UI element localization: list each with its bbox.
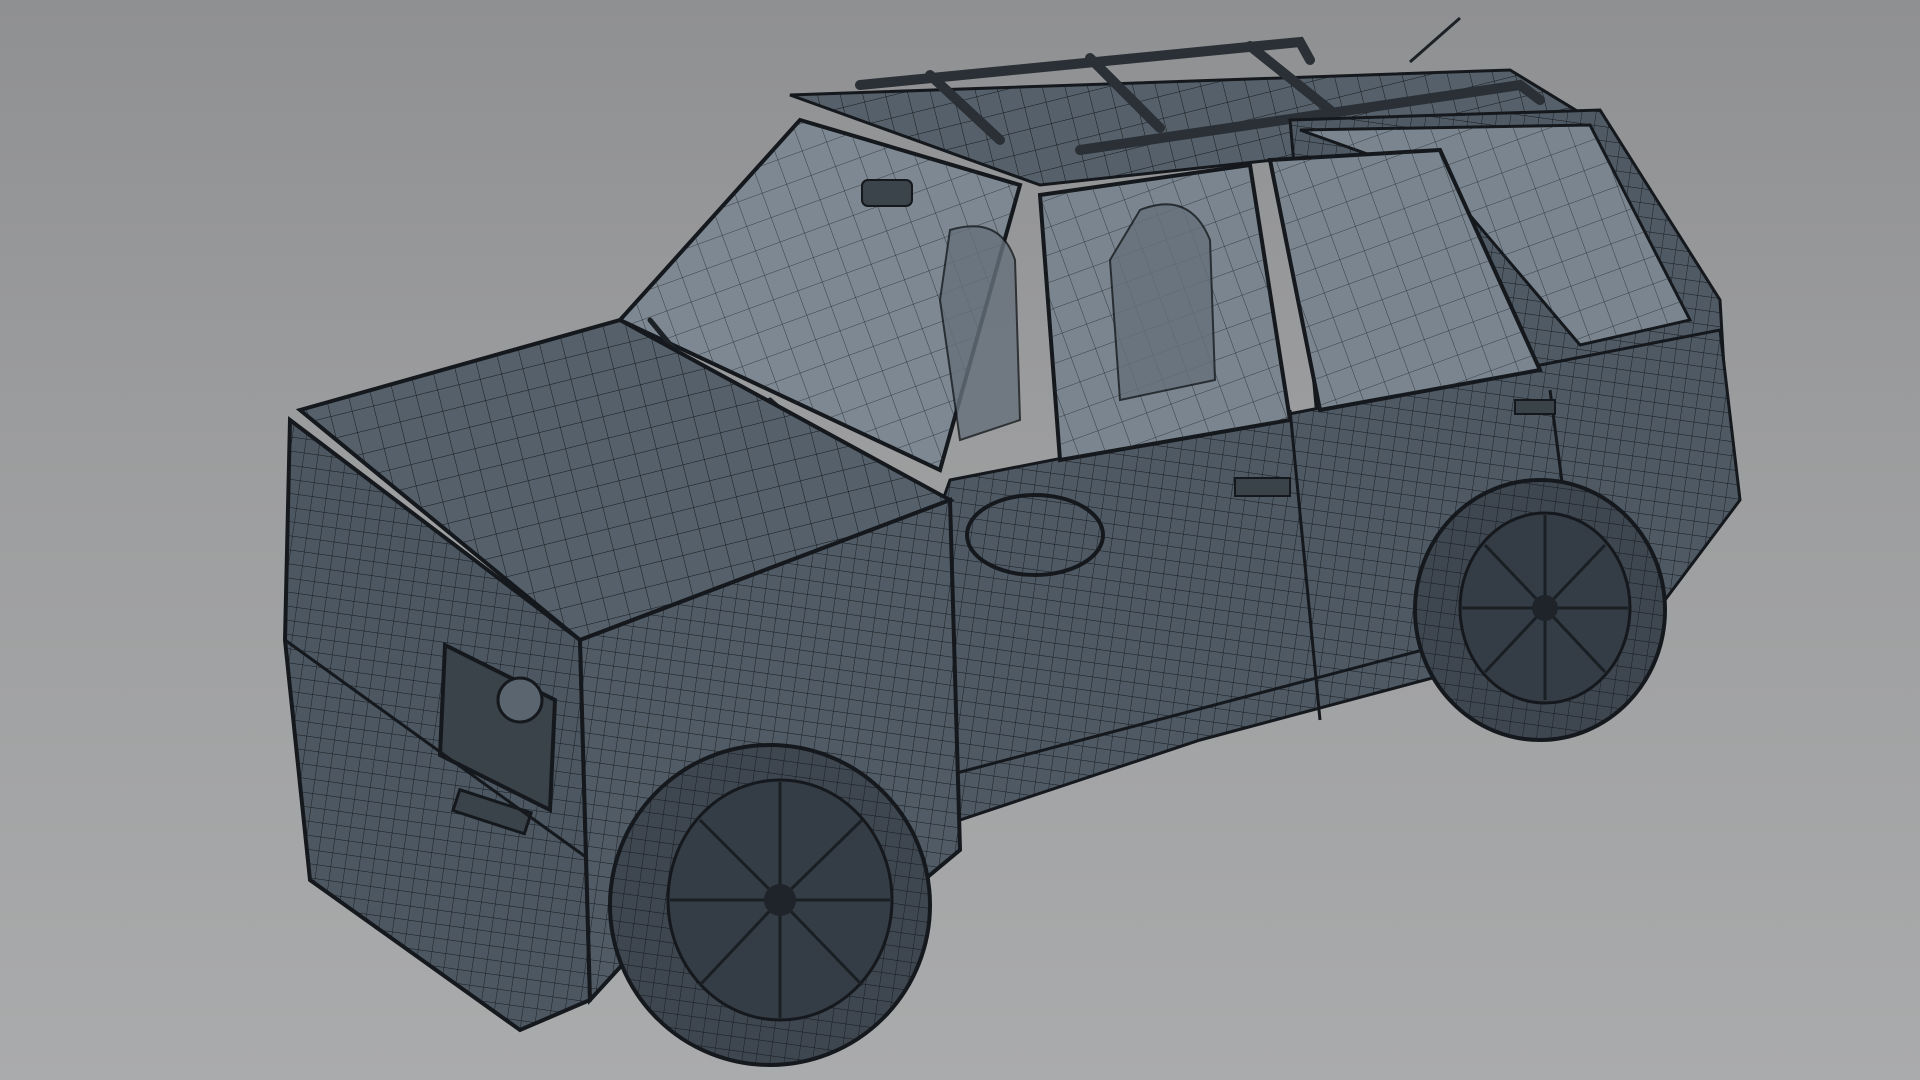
headlight-lens xyxy=(496,676,544,724)
rearview-mirror xyxy=(861,179,913,207)
3d-viewport[interactable] xyxy=(0,0,1920,1080)
rear-door-handle xyxy=(1514,399,1556,415)
rear-wheel xyxy=(1413,478,1667,742)
wireframe-car-scene[interactable] xyxy=(0,0,1920,1080)
front-door-handle xyxy=(1234,477,1291,497)
antenna xyxy=(1409,16,1461,64)
front-wheel xyxy=(608,743,932,1067)
